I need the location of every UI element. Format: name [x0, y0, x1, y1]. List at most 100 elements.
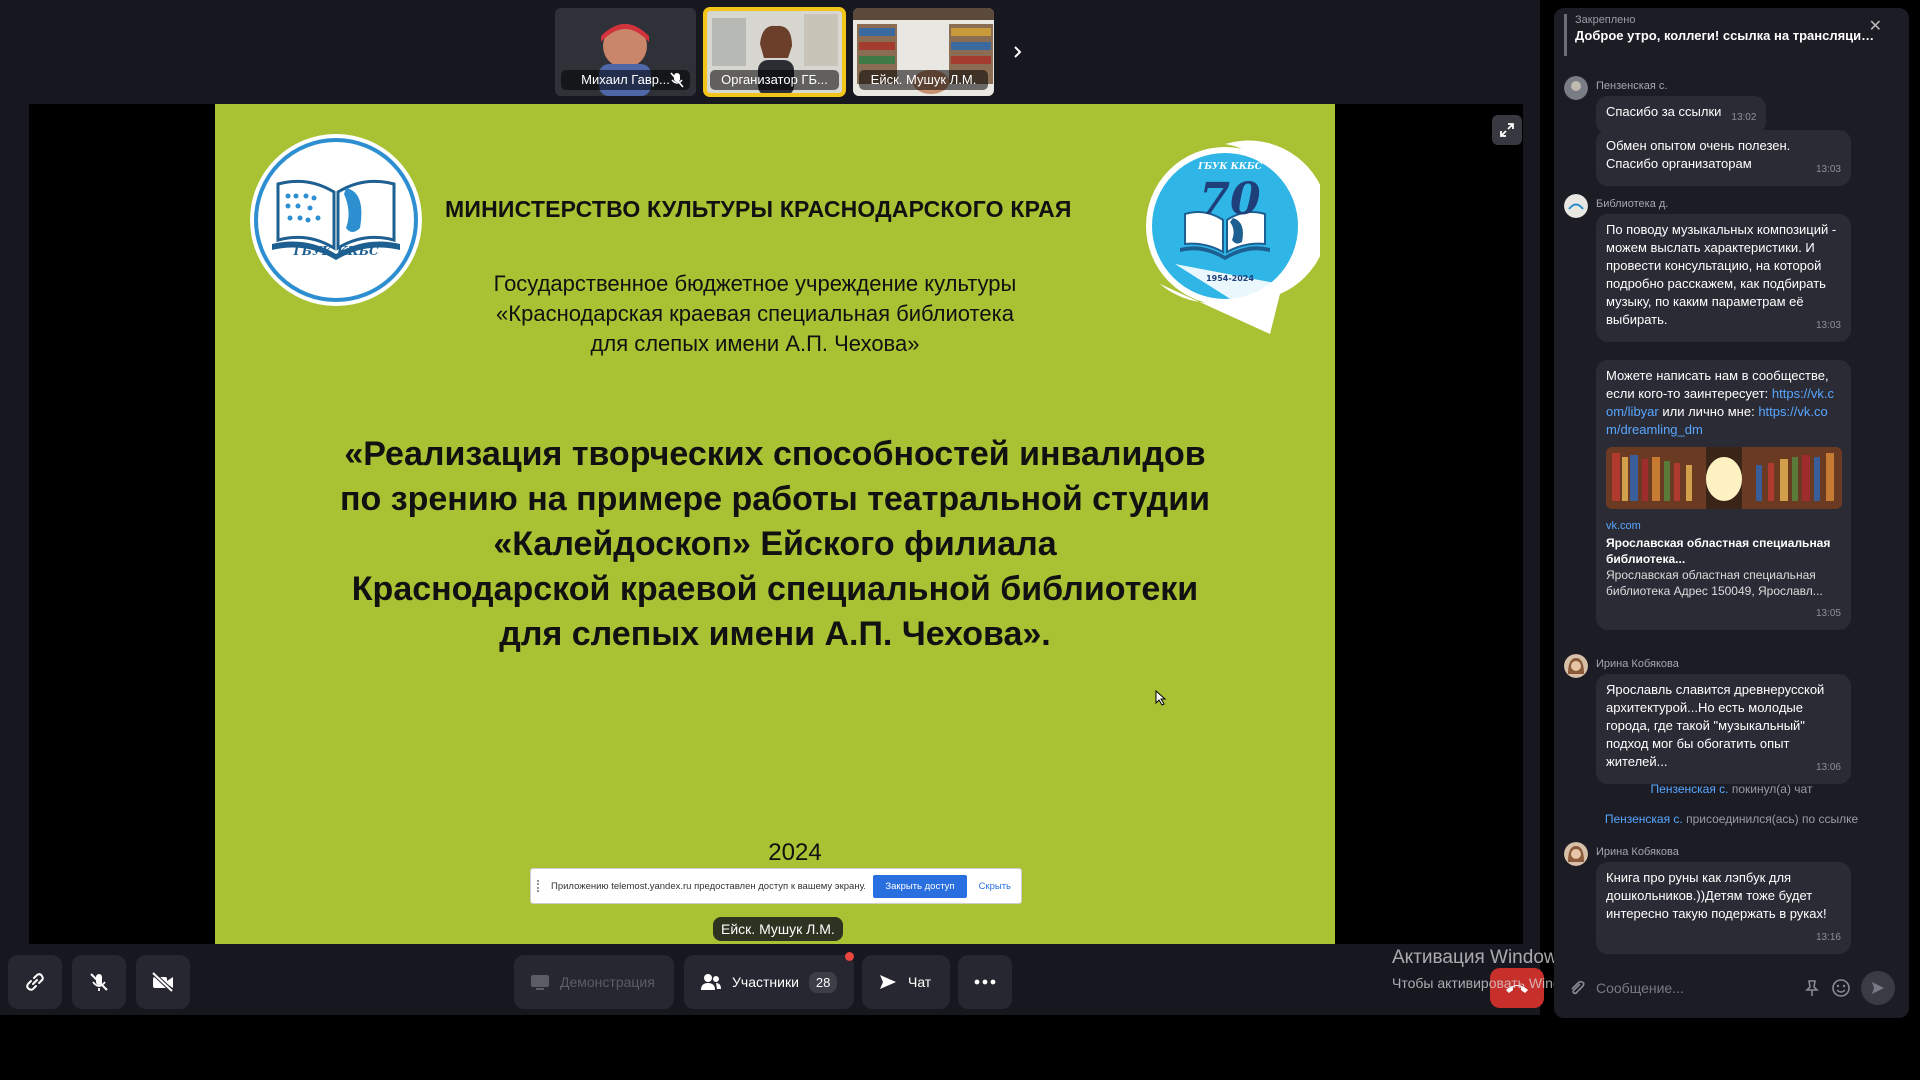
link-preview-description: Ярославская областная специальная библио… [1606, 568, 1823, 598]
chat-message: Спасибо за ссылки 13:02 [1596, 96, 1767, 134]
slide-title-line: по зрению на примере работы театральной … [339, 480, 1211, 518]
slide-title-line: Краснодарской краевой специальной библио… [351, 570, 1199, 608]
message-time: 13:06 [1815, 762, 1841, 773]
chevron-right-icon [1014, 46, 1022, 58]
screen-share-icon [531, 975, 549, 990]
slide-institution-name: Государственное бюджетное учреждение кул… [415, 269, 1095, 359]
participants-count: 28 [808, 971, 838, 993]
slide-ministry-heading: МИНИСТЕРСТВО КУЛЬТУРЫ КРАСНОДАРСКОГО КРА… [445, 196, 1072, 222]
screen-share-label: Демонстрация [560, 974, 655, 990]
send-message-button[interactable] [1861, 971, 1895, 1005]
avatar [1564, 842, 1588, 866]
close-icon[interactable]: ✕ [1869, 16, 1882, 36]
message-time: 13:16 [1815, 932, 1841, 943]
participant-name: Организатор ГБ... [710, 70, 839, 90]
mouse-cursor-icon [1155, 690, 1167, 706]
link-preview-site[interactable]: vk.com [1606, 517, 1841, 535]
system-message: Пензенская с. присоединился(ась) по ссыл… [1554, 812, 1909, 826]
chat-input-bar: Сообщение... [1564, 966, 1899, 1010]
institution-line: для слепых имени А.П. Чехова» [590, 331, 920, 356]
more-horizontal-icon [974, 979, 996, 985]
chat-message: Книга про руны как лэпбук для дошкольник… [1596, 862, 1851, 954]
system-message-text: покинул(а) чат [1728, 782, 1813, 796]
next-participants-button[interactable] [1002, 37, 1032, 67]
message-text: Ярославль славится древнерусской архитек… [1606, 682, 1825, 769]
link-preview-title[interactable]: Ярославская областная специальная библио… [1606, 535, 1841, 567]
slide-title: «Реализация творческих способностей инва… [275, 432, 1275, 657]
library-logo [250, 134, 422, 306]
mic-off-icon [670, 72, 684, 88]
chat-button[interactable]: Чат [862, 955, 950, 1009]
microphone-toggle[interactable] [72, 955, 126, 1009]
avatar [1564, 194, 1588, 218]
copy-link-button[interactable] [8, 955, 62, 1009]
message-text: Спасибо за ссылки [1606, 104, 1722, 119]
message-time: 13:03 [1815, 320, 1841, 331]
logo-left-caption: ГБУК ККБС [293, 244, 379, 258]
message-author: Ирина Кобякова [1596, 658, 1679, 670]
attach-icon[interactable] [1568, 979, 1586, 997]
participants-strip: Михаил Гавр... Организатор ГБ... Ейск. М… [555, 7, 1032, 97]
message-input[interactable]: Сообщение... [1596, 980, 1793, 996]
logo-right-number: 70 [1199, 174, 1261, 225]
telemost-window: Михаил Гавр... Организатор ГБ... Ейск. М… [0, 0, 1920, 1080]
avatar [1564, 654, 1588, 678]
slide-title-line: для слепых имени А.П. Чехова». [499, 615, 1051, 653]
active-speaker-label: Ейск. Мушук Л.М. [713, 917, 843, 941]
participant-tile[interactable]: Михаил Гавр... [555, 8, 696, 96]
chat-message: Можете написать нам в сообществе, если к… [1596, 360, 1851, 630]
slide-year: 2024 [768, 839, 822, 866]
stop-sharing-button[interactable]: Закрыть доступ [873, 874, 967, 898]
participants-icon [701, 974, 721, 990]
message-text: По поводу музыкальных композиций - можем… [1606, 222, 1837, 327]
camera-toggle[interactable] [136, 955, 190, 1009]
participants-button[interactable]: Участники 28 [684, 955, 854, 1009]
participant-tile-active[interactable]: Организатор ГБ... [703, 7, 846, 97]
message-text: Обмен опытом очень полезен. Спасибо орга… [1606, 138, 1791, 171]
message-author: Ирина Кобякова [1596, 846, 1679, 858]
screen-share-button[interactable]: Демонстрация [514, 955, 674, 1009]
message-time: 13:03 [1815, 164, 1841, 175]
chat-message: По поводу музыкальных композиций - можем… [1596, 214, 1851, 342]
send-icon [1872, 982, 1884, 994]
participants-label: Участники [732, 974, 799, 990]
chat-message: Ярославль славится древнерусской архитек… [1596, 674, 1851, 784]
emoji-icon[interactable] [1831, 978, 1851, 998]
pin-icon[interactable] [1803, 979, 1821, 997]
system-message-user[interactable]: Пензенская с. [1651, 782, 1729, 796]
mic-off-icon [90, 973, 108, 991]
link-preview-image[interactable] [1606, 447, 1842, 509]
chat-message-group: Пензенская с. Спасибо за ссылки 13:02 Об… [1564, 76, 1899, 186]
slide-title-line: «Реализация творческих способностей инва… [344, 435, 1206, 473]
message-author: Пензенская с. [1596, 80, 1668, 92]
link-icon [26, 973, 44, 991]
system-message-user[interactable]: Пензенская с. [1605, 812, 1683, 826]
notification-dot [845, 952, 854, 961]
chat-message: Обмен опытом очень полезен. Спасибо орга… [1596, 130, 1851, 186]
message-text: или лично мне: [1662, 404, 1755, 419]
share-notice-text: Приложению telemost.yandex.ru предоставл… [551, 880, 866, 892]
drag-handle[interactable] [537, 880, 543, 892]
expand-icon [1500, 123, 1514, 137]
system-message: Пензенская с. покинул(а) чат [1554, 782, 1909, 796]
message-author: Библиотека д. [1596, 198, 1669, 210]
institution-line: Государственное бюджетное учреждение кул… [493, 271, 1017, 296]
participant-tile[interactable]: Ейск. Мушук Л.М. [853, 8, 994, 96]
fullscreen-button[interactable] [1492, 115, 1522, 145]
hide-notice-button[interactable]: Скрыть [975, 881, 1015, 892]
message-time: 13:05 [1815, 608, 1841, 619]
logo-right-years: 1954-2024 [1206, 274, 1254, 283]
chat-label: Чат [908, 974, 932, 990]
chat-message-group: Библиотека д. По поводу музыкальных комп… [1564, 194, 1899, 644]
slide-title-line: «Калейдоскоп» Ейского филиала [493, 525, 1057, 563]
presentation-slide: ГБУК ККБС 70 ГБУК ККБС 1954-2024 МИНИСТЕ… [215, 104, 1335, 944]
more-options-button[interactable] [958, 955, 1012, 1009]
chat-message-group: Ирина Кобякова Книга про руны как лэпбук… [1564, 842, 1899, 954]
pinned-message[interactable]: Закреплено Доброе утро, коллеги! ссылка … [1564, 14, 1894, 56]
send-arrow-icon [880, 975, 896, 989]
participant-name: Ейск. Мушук Л.М. [859, 70, 988, 90]
pinned-label: Закреплено [1575, 14, 1636, 26]
meeting-area: Михаил Гавр... Организатор ГБ... Ейск. М… [0, 0, 1815, 1015]
avatar [1564, 76, 1588, 100]
system-message-text: присоединился(ась) по ссылке [1682, 812, 1859, 826]
